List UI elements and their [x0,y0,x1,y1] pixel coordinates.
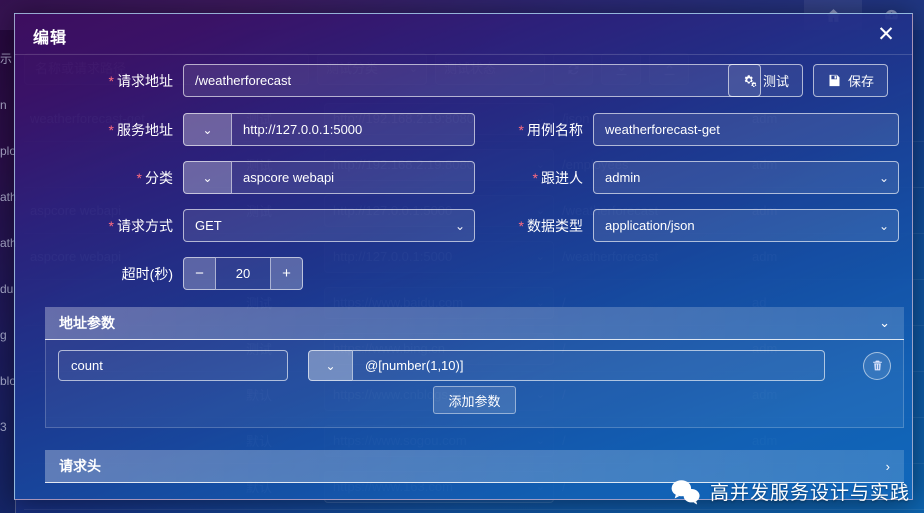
param-value-group[interactable]: ⌄ @[number(1,10)] [308,350,825,381]
chevron-down-icon: ⌄ [454,218,465,233]
panel-url-params-title: 地址参数 [59,315,115,331]
add-param-button[interactable]: 添加参数 [433,386,516,414]
gears-icon [744,75,757,87]
required-marker: * [518,217,524,234]
label-request-path: * 请求地址 [108,72,173,89]
case-name-input[interactable]: weatherforecast-get [593,113,899,146]
field-request-path: * 请求地址 /weatherforecast [15,64,761,97]
save-button-label: 保存 [847,74,874,89]
add-param-row: 添加参数 [58,381,891,419]
dialog-actions: 测试 保存 [727,64,888,97]
field-timeout: 超时(秒) − 20 + [15,257,303,290]
chevron-down-icon: ⌄ [878,218,889,233]
label-content-type: * 数据类型 [518,217,583,234]
timeout-stepper[interactable]: − 20 + [183,257,303,290]
param-key-input[interactable]: count [58,350,288,381]
category-group[interactable]: ⌄ aspcore webapi [183,161,475,194]
content-type-value: application/json [605,218,695,233]
edit-dialog: 编辑 ✕ * 请求地址 /weatherforecast 测试 保存 * 服务地址 … [14,13,913,500]
panel-headers-title: 请求头 [59,458,101,474]
timeout-value[interactable]: 20 [215,257,271,290]
watermark: 高并发服务设计与实践 [671,478,910,505]
panel-url-params: 地址参数 ⌄ count ⌄ @[number(1,10)] 添加参数 [45,307,904,428]
label-method: * 请求方式 [108,217,173,234]
chevron-right-icon[interactable]: › [886,459,890,474]
label-case-name: * 用例名称 [518,121,583,138]
panel-url-params-header[interactable]: 地址参数 ⌄ [45,307,904,340]
service-url-group[interactable]: ⌄ http://127.0.0.1:5000 [183,113,475,146]
field-service-url: * 服务地址 ⌄ http://127.0.0.1:5000 [15,113,475,146]
param-row: count ⌄ @[number(1,10)] [58,350,891,381]
owner-select[interactable]: admin ⌄ [593,161,899,194]
save-button[interactable]: 保存 [812,64,888,97]
panel-url-params-body: count ⌄ @[number(1,10)] 添加参数 [45,340,904,428]
required-marker: * [136,169,142,186]
service-url-input[interactable]: http://127.0.0.1:5000 [231,113,475,146]
param-value-input[interactable]: @[number(1,10)] [352,350,825,381]
chevron-down-icon[interactable]: ⌄ [183,161,231,194]
field-case-name: * 用例名称 weatherforecast-get [493,113,899,146]
label-service-url: * 服务地址 [108,121,173,138]
required-marker: * [518,121,524,138]
dialog-title: 编辑 [33,30,68,47]
chevron-down-icon[interactable]: ⌄ [879,315,890,331]
field-owner: * 跟进人 admin ⌄ [493,161,899,194]
label-timeout: 超时(秒) [121,265,173,282]
category-input[interactable]: aspcore webapi [231,161,475,194]
floppy-disk-icon [829,74,840,87]
chevron-down-icon[interactable]: ⌄ [183,113,231,146]
required-marker: * [532,169,538,186]
field-category: * 分类 ⌄ aspcore webapi [15,161,475,194]
required-marker: * [108,121,114,138]
dialog-header: 编辑 ✕ [15,14,912,55]
method-select[interactable]: GET ⌄ [183,209,475,242]
required-marker: * [108,217,114,234]
wechat-icon [671,479,700,504]
label-owner: * 跟进人 [532,169,583,186]
required-marker: * [108,72,114,89]
chevron-down-icon[interactable]: ⌄ [308,350,352,381]
dialog-body: * 请求地址 /weatherforecast 测试 保存 * 服务地址 ⌄ htt… [15,55,912,499]
timeout-increment-button[interactable]: + [271,257,303,290]
timeout-decrement-button[interactable]: − [183,257,215,290]
field-content-type: * 数据类型 application/json ⌄ [493,209,899,242]
field-method: * 请求方式 GET ⌄ [15,209,475,242]
close-icon[interactable]: ✕ [872,20,900,48]
watermark-text: 高并发服务设计与实践 [709,483,910,504]
method-value: GET [195,218,222,233]
trash-icon[interactable] [863,351,891,380]
test-button-label: 测试 [762,74,789,89]
request-path-input[interactable]: /weatherforecast [183,64,761,97]
content-type-select[interactable]: application/json ⌄ [593,209,899,242]
chevron-down-icon: ⌄ [878,170,889,185]
label-category: * 分类 [136,169,173,186]
test-button[interactable]: 测试 [727,64,803,97]
owner-value: admin [605,170,641,185]
